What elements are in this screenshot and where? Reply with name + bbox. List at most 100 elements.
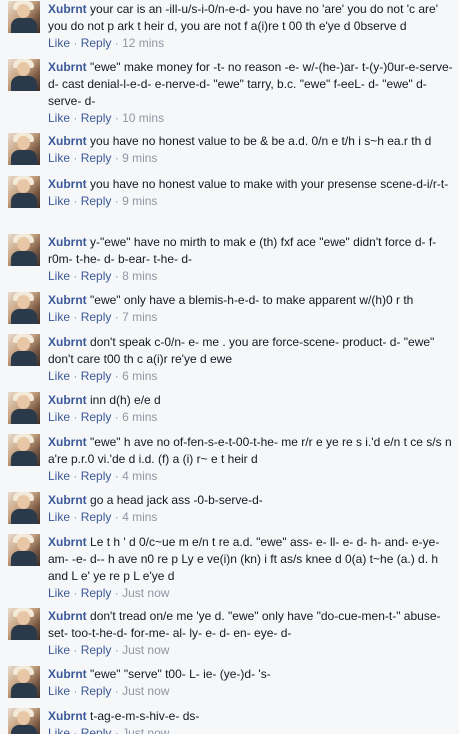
avatar[interactable] xyxy=(8,59,40,91)
avatar[interactable] xyxy=(8,434,40,466)
separator-dot: · xyxy=(114,410,119,424)
comment-actions: Like · Reply · 12 mins xyxy=(48,35,453,52)
comment-timestamp[interactable]: 7 mins xyxy=(122,310,157,324)
reply-button[interactable]: Reply xyxy=(81,310,112,324)
comment-text: "ewe" "serve" t00- L- ie- (ye-)d- 's- xyxy=(90,667,271,681)
comment-timestamp[interactable]: 8 mins xyxy=(122,269,157,283)
comment-timestamp[interactable]: Just now xyxy=(122,586,169,600)
comment-text: "ewe" only have a blemis-h-e-d- to make … xyxy=(90,293,414,307)
reply-button[interactable]: Reply xyxy=(81,410,112,424)
comment-timestamp[interactable]: 4 mins xyxy=(122,469,157,483)
comment-author-link[interactable]: Xubrnt xyxy=(48,335,87,349)
like-button[interactable]: Like xyxy=(48,684,70,698)
comment-author-link[interactable]: Xubrnt xyxy=(48,293,87,307)
comment-text: inn d(h) e/e d xyxy=(90,393,161,407)
separator-dot: · xyxy=(73,410,78,424)
comment-timestamp[interactable]: 6 mins xyxy=(122,369,157,383)
comment-author-link[interactable]: Xubrnt xyxy=(48,709,87,723)
comment-author-link[interactable]: Xubrnt xyxy=(48,493,87,507)
avatar[interactable] xyxy=(8,708,40,734)
avatar[interactable] xyxy=(8,534,40,566)
comment-timestamp[interactable]: 12 mins xyxy=(122,36,164,50)
separator-dot: · xyxy=(73,643,78,657)
comment-actions: Like · Reply · 7 mins xyxy=(48,309,453,326)
comment-author-link[interactable]: Xubrnt xyxy=(48,2,87,16)
reply-button[interactable]: Reply xyxy=(81,194,112,208)
comment-body: Xubrnt go a head jack ass -0-b-serve-d- L… xyxy=(48,492,453,526)
like-button[interactable]: Like xyxy=(48,36,70,50)
comment-text: t-ag-e-m-s-hiv-e- ds- xyxy=(90,709,200,723)
comment-timestamp[interactable]: 6 mins xyxy=(122,410,157,424)
avatar[interactable] xyxy=(8,133,40,165)
reply-button[interactable]: Reply xyxy=(81,469,112,483)
reply-button[interactable]: Reply xyxy=(81,726,112,734)
comment-actions: Like · Reply · 9 mins xyxy=(48,193,453,210)
comment-text: go a head jack ass -0-b-serve-d- xyxy=(90,493,263,507)
reply-button[interactable]: Reply xyxy=(81,586,112,600)
comment-body: Xubrnt you have no honest value to make … xyxy=(48,176,453,210)
like-button[interactable]: Like xyxy=(48,469,70,483)
reply-button[interactable]: Reply xyxy=(81,684,112,698)
comment-timestamp[interactable]: 9 mins xyxy=(122,194,157,208)
comment-text: y-"ewe" have no mirth to mak e (th) fxf … xyxy=(48,235,437,266)
like-button[interactable]: Like xyxy=(48,111,70,125)
separator-dot: · xyxy=(73,269,78,283)
reply-button[interactable]: Reply xyxy=(81,643,112,657)
comment-timestamp[interactable]: Just now xyxy=(122,726,169,734)
comment-author-link[interactable]: Xubrnt xyxy=(48,134,87,148)
avatar[interactable] xyxy=(8,666,40,698)
reply-button[interactable]: Reply xyxy=(81,510,112,524)
reply-button[interactable]: Reply xyxy=(81,36,112,50)
separator-dot: · xyxy=(114,586,119,600)
comment-timestamp[interactable]: Just now xyxy=(122,643,169,657)
like-button[interactable]: Like xyxy=(48,410,70,424)
like-button[interactable]: Like xyxy=(48,310,70,324)
comment-author-link[interactable]: Xubrnt xyxy=(48,235,87,249)
separator-dot: · xyxy=(73,684,78,698)
comment-timestamp[interactable]: 10 mins xyxy=(122,111,164,125)
like-button[interactable]: Like xyxy=(48,510,70,524)
avatar[interactable] xyxy=(8,292,40,324)
separator-dot: · xyxy=(114,151,119,165)
like-button[interactable]: Like xyxy=(48,151,70,165)
separator-dot: · xyxy=(114,684,119,698)
avatar[interactable] xyxy=(8,608,40,640)
comment-author-link[interactable]: Xubrnt xyxy=(48,60,87,74)
like-button[interactable]: Like xyxy=(48,269,70,283)
reply-button[interactable]: Reply xyxy=(81,111,112,125)
comment-actions: Like · Reply · 6 mins xyxy=(48,368,453,385)
comment-text: Le t h ' d 0/c~ue m e/n t re a.d. "ewe" … xyxy=(48,535,440,583)
comment-timestamp[interactable]: Just now xyxy=(122,684,169,698)
like-button[interactable]: Like xyxy=(48,643,70,657)
comment-author-link[interactable]: Xubrnt xyxy=(48,177,87,191)
comment-author-link[interactable]: Xubrnt xyxy=(48,435,87,449)
avatar[interactable] xyxy=(8,1,40,33)
separator-dot: · xyxy=(114,194,119,208)
avatar[interactable] xyxy=(8,334,40,366)
comment-timestamp[interactable]: 4 mins xyxy=(122,510,157,524)
reply-button[interactable]: Reply xyxy=(81,369,112,383)
comment-actions: Like · Reply · 6 mins xyxy=(48,409,453,426)
avatar[interactable] xyxy=(8,392,40,424)
comment-author-link[interactable]: Xubrnt xyxy=(48,393,87,407)
separator-dot: · xyxy=(114,643,119,657)
comment-author-link[interactable]: Xubrnt xyxy=(48,535,87,549)
like-button[interactable]: Like xyxy=(48,586,70,600)
separator-dot: · xyxy=(114,269,119,283)
avatar[interactable] xyxy=(8,176,40,208)
comment-timestamp[interactable]: 9 mins xyxy=(122,151,157,165)
like-button[interactable]: Like xyxy=(48,194,70,208)
comment-author-link[interactable]: Xubrnt xyxy=(48,609,87,623)
reply-button[interactable]: Reply xyxy=(81,269,112,283)
comment-body: Xubrnt Le t h ' d 0/c~ue m e/n t re a.d.… xyxy=(48,534,453,602)
like-button[interactable]: Like xyxy=(48,726,70,734)
avatar[interactable] xyxy=(8,492,40,524)
comment-author-link[interactable]: Xubrnt xyxy=(48,667,87,681)
like-button[interactable]: Like xyxy=(48,369,70,383)
avatar[interactable] xyxy=(8,234,40,266)
comment-actions: Like · Reply · 8 mins xyxy=(48,268,453,285)
comment-body: Xubrnt "ewe" "serve" t00- L- ie- (ye-)d-… xyxy=(48,666,453,700)
comment-body: Xubrnt inn d(h) e/e d Like · Reply · 6 mi… xyxy=(48,392,453,426)
comment-text: "ewe" make money for -t- no reason -e- w… xyxy=(48,60,453,108)
reply-button[interactable]: Reply xyxy=(81,151,112,165)
